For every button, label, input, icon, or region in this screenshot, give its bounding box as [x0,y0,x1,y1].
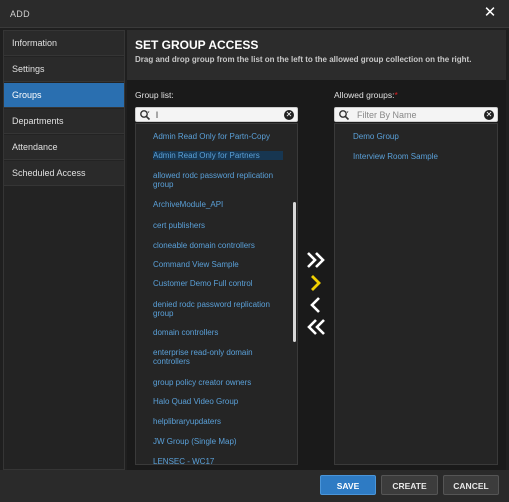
scrollbar[interactable] [293,202,296,342]
search-icon [140,110,151,121]
main-panel: SET GROUP ACCESS Drag and drop group fro… [127,30,506,470]
group-search-value: l [156,110,158,120]
allowed-groups-label: Allowed groups:* [334,90,398,100]
sidebar-item-departments[interactable]: Departments [4,109,124,134]
list-item[interactable]: Demo Group [353,132,399,141]
filter-input[interactable]: Filter By Name ✕ [334,107,498,122]
cancel-button[interactable]: CANCEL [443,475,499,495]
list-item[interactable]: cert publishers [153,221,283,230]
list-item[interactable]: Command View Sample [153,260,283,269]
list-item[interactable]: LENSEC - WC17 [153,457,283,464]
section-header: SET GROUP ACCESS Drag and drop group fro… [127,30,506,80]
list-item[interactable]: ArchiveModule_API [153,200,283,209]
move-left-icon[interactable] [305,295,327,315]
filter-placeholder: Filter By Name [357,110,417,120]
list-item[interactable]: JW Group (Single Map) [153,437,283,446]
list-item[interactable]: Interview Room Sample [353,152,438,161]
list-item[interactable]: group policy creator owners [153,378,283,387]
group-search-input[interactable]: l ✕ [135,107,298,122]
page-subtitle: Drag and drop group from the list on the… [135,55,472,64]
list-item[interactable]: Admin Read Only for Partn-Copy [153,132,283,141]
list-item[interactable]: allowed rodc password replication group [153,171,283,189]
sidebar-item-settings[interactable]: Settings [4,57,124,82]
sidebar-item-scheduled-access[interactable]: Scheduled Access [4,161,124,186]
list-item[interactable]: Customer Demo Full control [153,279,283,288]
list-item-selected[interactable]: Admin Read Only for Partners [153,151,283,160]
sidebar-item-groups[interactable]: Groups [4,83,124,108]
allowed-groups-list[interactable]: Demo Group Interview Room Sample [334,123,498,465]
search-icon [339,110,350,121]
window-title: ADD [10,9,30,19]
allowed-groups-label-text: Allowed groups: [334,90,395,100]
list-item[interactable]: Halo Quad Video Group [153,397,283,406]
list-item[interactable]: helplibraryupdaters [153,417,283,426]
sidebar: Information Settings Groups Departments … [3,30,125,470]
close-icon[interactable]: ✕ [481,4,499,22]
sidebar-item-attendance[interactable]: Attendance [4,135,124,160]
list-item[interactable]: cloneable domain controllers [153,241,283,250]
list-item[interactable]: enterprise read-only domain controllers [153,348,283,366]
clear-icon[interactable]: ✕ [284,110,294,120]
title-bar: ADD ✕ [0,0,509,28]
move-all-left-icon[interactable] [305,317,327,337]
clear-icon[interactable]: ✕ [484,110,494,120]
save-button[interactable]: SAVE [320,475,376,495]
create-button[interactable]: CREATE [381,475,438,495]
sidebar-item-information[interactable]: Information [4,31,124,56]
move-all-right-icon[interactable] [305,250,327,270]
move-right-icon[interactable] [305,273,327,293]
list-item[interactable]: domain controllers [153,328,283,337]
required-mark: * [394,90,398,100]
group-list-label: Group list: [135,90,174,100]
group-list[interactable]: Admin Read Only for Partn-Copy Admin Rea… [135,123,298,465]
footer: SAVE CREATE CANCEL [0,470,509,502]
list-item[interactable]: denied rodc password replication group [153,300,283,318]
page-title: SET GROUP ACCESS [135,38,259,52]
